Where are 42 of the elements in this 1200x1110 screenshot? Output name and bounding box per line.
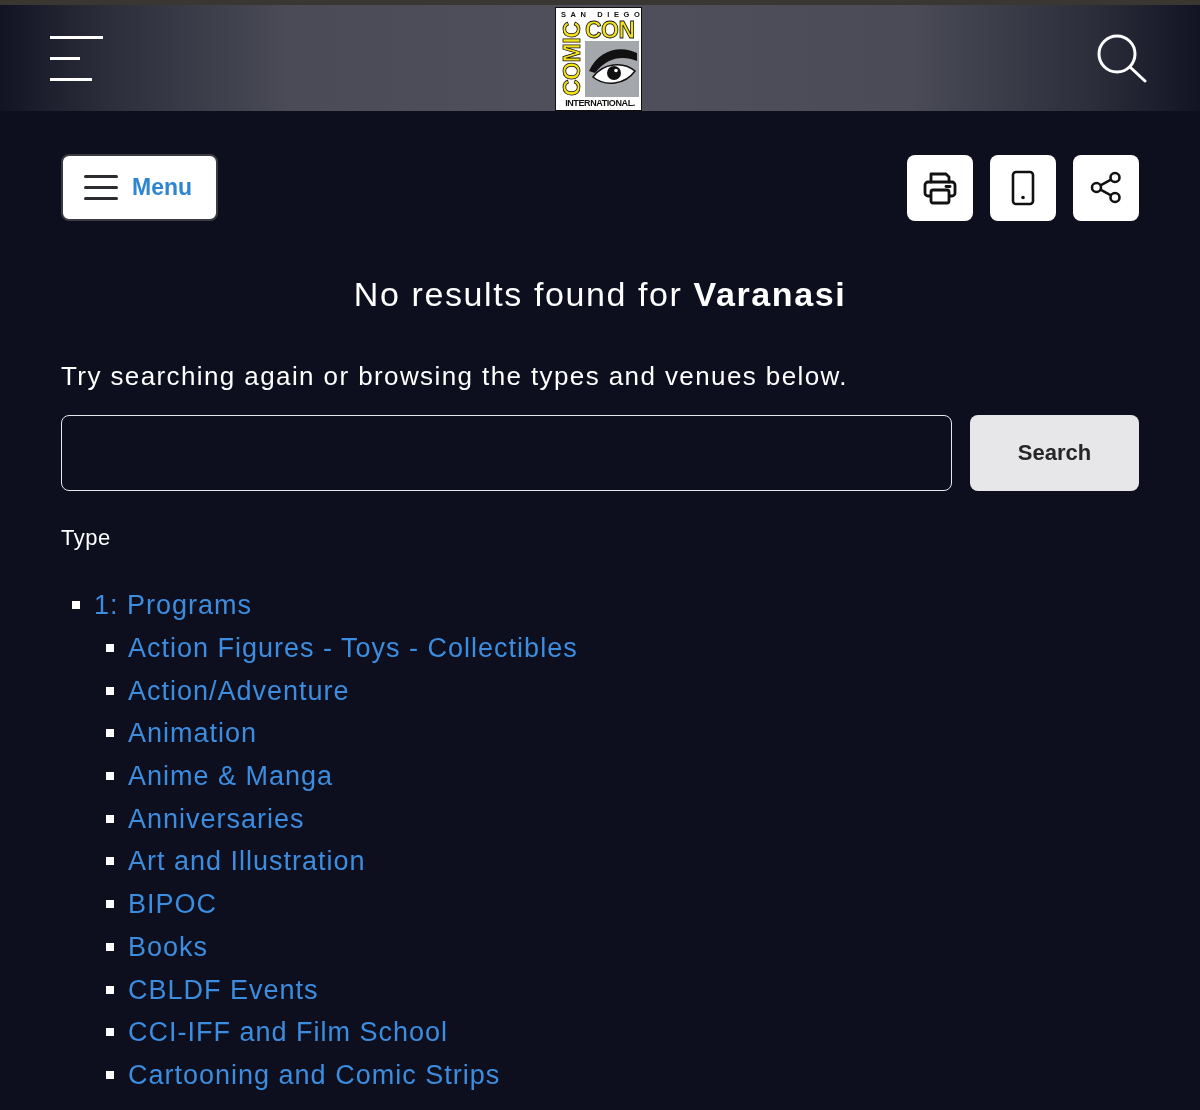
type-link[interactable]: Action Figures - Toys - Collectibles — [128, 632, 578, 665]
mobile-button[interactable] — [990, 154, 1056, 221]
type-link[interactable]: BIPOC — [128, 888, 218, 921]
section-label: Type — [61, 524, 112, 552]
bullet-icon — [106, 900, 114, 909]
type-link[interactable]: Anime & Manga — [128, 760, 334, 793]
type-link[interactable]: CBLDF Events — [128, 973, 319, 1006]
type-link[interactable]: Art and Illustration — [128, 845, 366, 878]
menu-button[interactable]: Menu — [61, 154, 218, 221]
bullet-icon — [106, 857, 114, 866]
eye-icon — [585, 40, 639, 97]
menu-icon[interactable] — [50, 35, 103, 81]
type-link[interactable]: Action/Adventure — [128, 674, 350, 707]
logo-text: COMIC — [561, 19, 583, 97]
bullet-icon — [106, 942, 114, 951]
type-link[interactable]: Animation — [128, 717, 258, 750]
bullet-icon — [106, 985, 114, 994]
share-icon — [1090, 171, 1122, 204]
bullet-icon — [106, 1028, 114, 1037]
search-hint: Try searching again or browsing the types and venues below. — [61, 360, 849, 392]
bullet-icon — [106, 644, 114, 653]
bullet-icon — [106, 772, 114, 781]
menu-icon — [84, 175, 118, 200]
type-link[interactable]: CCI-IFF and Film School — [128, 1016, 449, 1049]
type-link[interactable]: 1: Programs — [94, 589, 253, 622]
bullet-icon — [72, 601, 80, 610]
phone-icon — [1011, 169, 1035, 206]
bullet-icon — [106, 729, 114, 738]
type-link[interactable]: Books — [128, 930, 209, 963]
search-field[interactable] — [61, 415, 952, 491]
bullet-icon — [106, 1070, 114, 1079]
type-link[interactable]: Anniversaries — [128, 802, 305, 835]
bullet-icon — [106, 686, 114, 695]
print-button[interactable] — [907, 154, 973, 221]
logo-text: INTERNATIONAL. — [564, 96, 636, 109]
search-button[interactable]: Search — [970, 415, 1139, 491]
type-link[interactable]: Cartooning and Comic Strips — [128, 1058, 501, 1091]
search-icon[interactable] — [1097, 33, 1147, 83]
results-heading: No results found for Varanasi — [352, 274, 848, 314]
bullet-icon — [106, 814, 114, 823]
share-button[interactable] — [1073, 154, 1139, 221]
logo-text: CON — [585, 19, 635, 41]
